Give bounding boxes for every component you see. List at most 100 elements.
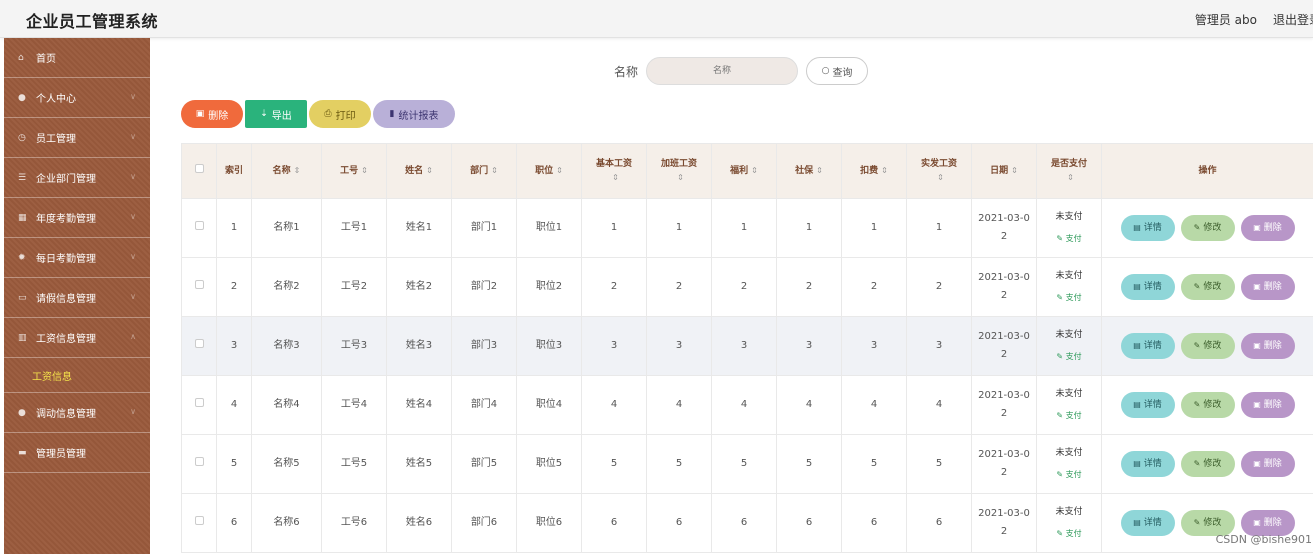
detail-button[interactable]: ▤ 详情: [1120, 333, 1175, 359]
edit-button[interactable]: ✎ 修改: [1180, 392, 1235, 418]
user-icon: ●: [18, 92, 26, 103]
sidebar: ⌂ 首页 ● 个人中心 ∨ ◷ 员工管理 ∨ ☰ 企业部门管理 ∨ ▦ 年度考勤管理 ∨ ✹ 每日考勤管理 ∨ ▭…: [4, 38, 150, 554]
col-position[interactable]: 职位 ⇕: [516, 143, 582, 199]
edit-button[interactable]: ✎ 修改: [1180, 215, 1235, 241]
delete-button[interactable]: ▣ 删除: [1240, 333, 1295, 359]
pay-link[interactable]: ✎ 支付: [1037, 466, 1101, 484]
search-button[interactable]: ○ 查询: [806, 57, 869, 85]
col-date[interactable]: 日期 ⇕: [971, 143, 1037, 199]
delete-button[interactable]: ▣ 删除: [1240, 392, 1295, 418]
cell-social: 4: [776, 375, 842, 435]
cell-base: 3: [581, 316, 647, 376]
col-base-salary[interactable]: 基本工资 ⇕: [581, 143, 647, 199]
col-job-no[interactable]: 工号 ⇕: [321, 143, 387, 199]
row-checkbox[interactable]: [194, 457, 204, 466]
table-row: 1 名称1 工号1 姓名1 部门1 职位1 1 1 1 1 1 1 2021-03-0 2 未支付 ✎ 支付 ▤…: [181, 198, 1313, 258]
row-checkbox[interactable]: [194, 339, 204, 348]
detail-button[interactable]: ▤ 详情: [1120, 215, 1175, 241]
cell-social: 5: [776, 434, 842, 494]
list-icon: ☰: [18, 172, 27, 183]
detail-button[interactable]: ▤ 详情: [1120, 274, 1175, 300]
delete-button[interactable]: ▣ 删除: [1240, 274, 1295, 300]
gear-icon: ✹: [18, 252, 26, 263]
edit-button[interactable]: ✎ 修改: [1180, 274, 1235, 300]
chevron-down-icon: ∨: [130, 92, 136, 101]
search-icon: ○: [821, 66, 830, 76]
detail-button[interactable]: ▤ 详情: [1120, 510, 1175, 536]
message-icon: ▭: [18, 292, 27, 303]
cell-job_no: 工号2: [321, 257, 387, 317]
cell-welfare: 4: [711, 375, 777, 435]
col-welfare[interactable]: 福利 ⇕: [711, 143, 777, 199]
edit-button[interactable]: ✎ 修改: [1180, 333, 1235, 359]
trash-icon: ▣: [1253, 459, 1261, 468]
col-overtime[interactable]: 加班工资 ⇕: [646, 143, 712, 199]
bank-icon: ▦: [18, 212, 27, 223]
select-all-checkbox[interactable]: [194, 164, 204, 173]
logout-link[interactable]: 退出登录: [1273, 11, 1313, 28]
cell-welfare: 5: [711, 434, 777, 494]
batch-delete-button[interactable]: ▣ 删除: [181, 100, 243, 128]
select-cell: [181, 316, 217, 376]
pay-link[interactable]: ✎ 支付: [1037, 289, 1101, 307]
sidebar-item-7[interactable]: ▥ 工资信息管理 ∧: [4, 318, 150, 358]
col-deduction[interactable]: 扣费 ⇕: [841, 143, 907, 199]
pencil-icon: ✎: [1193, 282, 1201, 291]
trash-icon: ▣: [1253, 518, 1261, 527]
cell-job_no: 工号3: [321, 316, 387, 376]
cell-name: 名称2: [251, 257, 322, 317]
pay-link[interactable]: ✎ 支付: [1037, 525, 1101, 543]
row-checkbox[interactable]: [194, 516, 204, 525]
col-dept[interactable]: 部门 ⇕: [451, 143, 517, 199]
delete-button[interactable]: ▣ 删除: [1240, 451, 1295, 477]
row-checkbox[interactable]: [194, 398, 204, 407]
col-actual-salary[interactable]: 实发工资 ⇕: [906, 143, 972, 199]
pay-link[interactable]: ✎ 支付: [1037, 230, 1101, 248]
row-checkbox[interactable]: [194, 280, 204, 289]
sort-icon: ⇕: [491, 166, 498, 175]
sidebar-subitem-salary-info[interactable]: 工资信息: [4, 358, 150, 393]
trash-icon: ▣: [195, 109, 205, 119]
sort-icon: ⇕: [816, 166, 823, 175]
pen-icon: ✎: [1056, 352, 1066, 361]
col-full-name[interactable]: 姓名 ⇕: [386, 143, 452, 199]
pay-link[interactable]: ✎ 支付: [1037, 407, 1101, 425]
document-icon: ▤: [1133, 341, 1141, 350]
sidebar-item-2[interactable]: ◷ 员工管理 ∨: [4, 118, 150, 158]
chevron-up-icon: ∧: [130, 332, 136, 341]
pencil-icon: ✎: [1193, 459, 1201, 468]
cell-position: 职位6: [516, 493, 582, 553]
cell-deduction: 1: [841, 198, 907, 258]
cell-name: 名称6: [251, 493, 322, 553]
detail-button[interactable]: ▤ 详情: [1120, 392, 1175, 418]
sidebar-item-3[interactable]: ☰ 企业部门管理 ∨: [4, 158, 150, 198]
cell-dept: 部门2: [451, 257, 517, 317]
col-name[interactable]: 名称 ⇕: [251, 143, 322, 199]
pen-icon: ✎: [1056, 411, 1066, 420]
search-input[interactable]: [646, 57, 799, 85]
printer-icon: ⎙: [324, 109, 332, 119]
pay-link[interactable]: ✎ 支付: [1037, 348, 1101, 366]
cell-date: 2021-03-0 2: [971, 493, 1037, 553]
cell-welfare: 2: [711, 257, 777, 317]
delete-button[interactable]: ▣ 删除: [1240, 215, 1295, 241]
sidebar-item-0[interactable]: ⌂ 首页: [4, 38, 150, 78]
person-icon: ●: [18, 407, 26, 418]
sidebar-item-1[interactable]: ● 个人中心 ∨: [4, 78, 150, 118]
sidebar-item-5[interactable]: ✹ 每日考勤管理 ∨: [4, 238, 150, 278]
detail-button[interactable]: ▤ 详情: [1120, 451, 1175, 477]
export-button[interactable]: ⇣ 导出: [245, 100, 307, 128]
sidebar-item-6[interactable]: ▭ 请假信息管理 ∨: [4, 278, 150, 318]
sidebar-item-4[interactable]: ▦ 年度考勤管理 ∨: [4, 198, 150, 238]
salary-table: 索引 名称 ⇕ 工号 ⇕ 姓名 ⇕ 部门 ⇕ 职位 ⇕ 基本工资 ⇕ 加班工资 ⇕ 福利 ⇕ 社…: [181, 143, 1313, 553]
sidebar-item-0[interactable]: ● 调动信息管理 ∨: [4, 393, 150, 433]
report-button[interactable]: ▮ 统计报表: [373, 100, 455, 128]
edit-button[interactable]: ✎ 修改: [1180, 451, 1235, 477]
sidebar-item-label: 年度考勤管理: [36, 214, 96, 225]
col-paid[interactable]: 是否支付 ⇕: [1036, 143, 1102, 199]
col-social[interactable]: 社保 ⇕: [776, 143, 842, 199]
row-checkbox[interactable]: [194, 221, 204, 230]
print-button[interactable]: ⎙ 打印: [309, 100, 371, 128]
cell-full_name: 姓名1: [386, 198, 452, 258]
sidebar-item-1[interactable]: ▬ 管理员管理: [4, 433, 150, 473]
